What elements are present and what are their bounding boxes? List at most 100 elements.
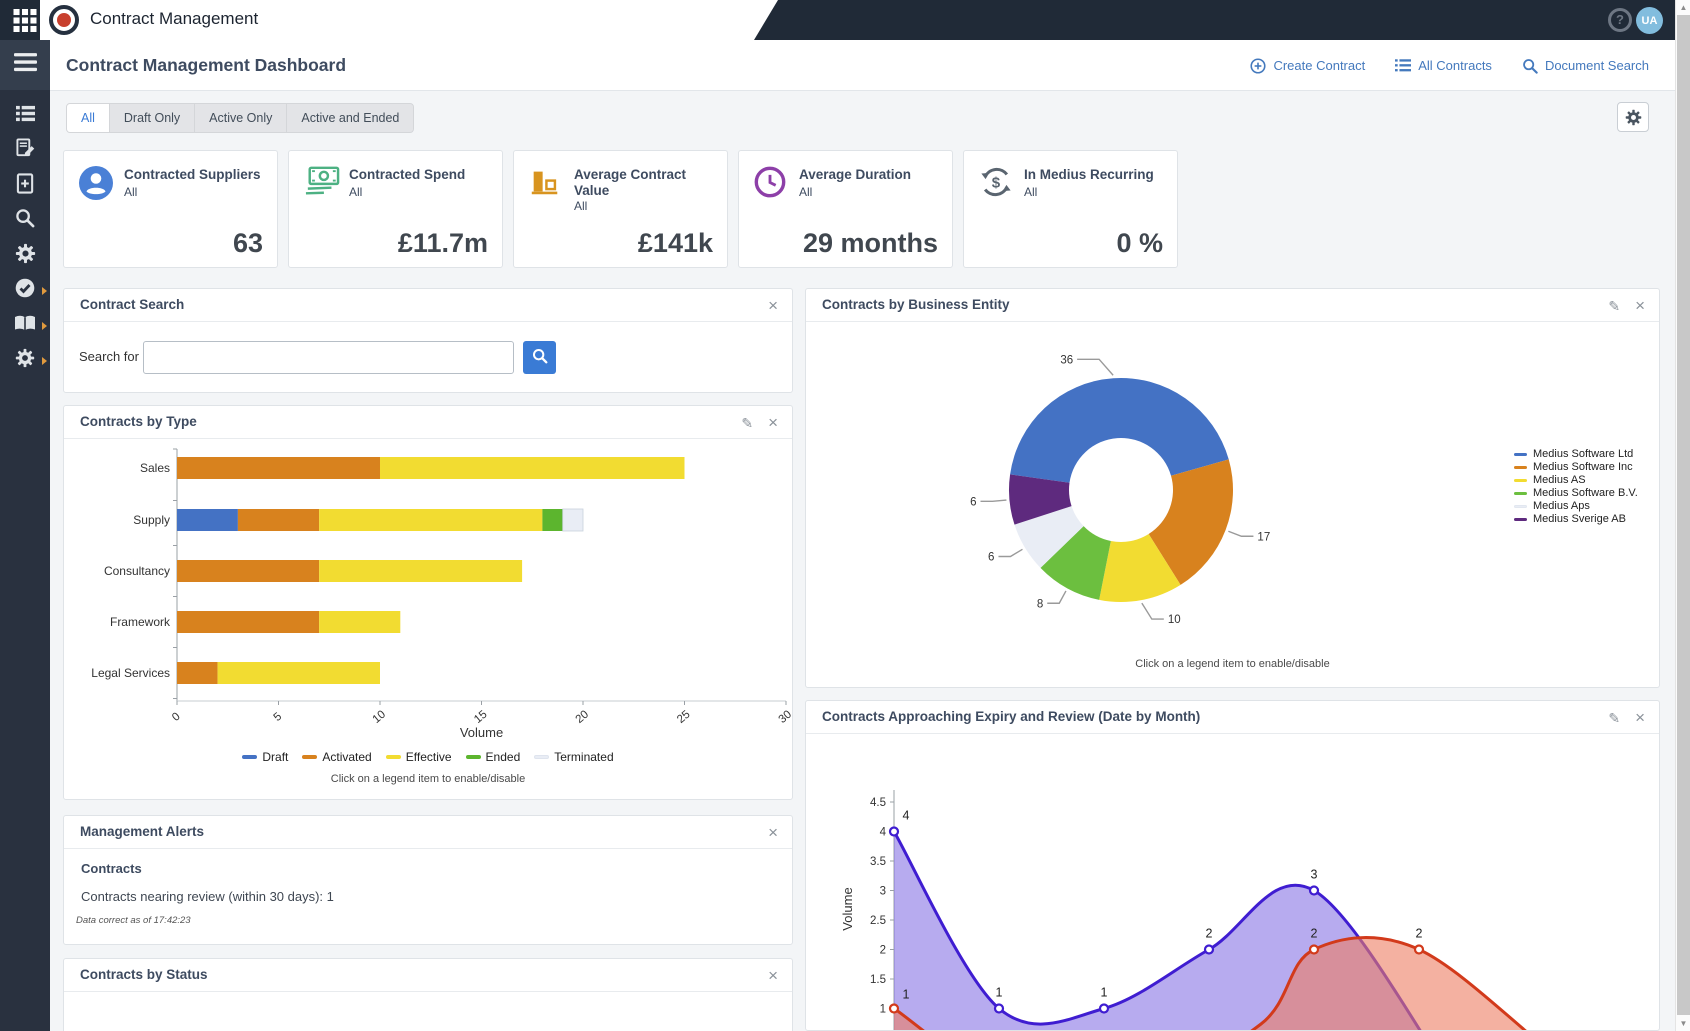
sidebar-item-settings[interactable] — [0, 238, 50, 273]
filter-tab-draft-only[interactable]: Draft Only — [110, 104, 195, 132]
legend-label: Activated — [322, 750, 371, 764]
legend-item-activated[interactable]: Activated — [302, 750, 371, 764]
legend-item-medius-sverige-ab[interactable]: Medius Sverige AB — [1514, 513, 1638, 525]
kpi-card-spend: Contracted SpendAll£11.7m — [288, 150, 503, 268]
legend-label: Ended — [486, 750, 521, 764]
panel-close-icon[interactable]: × — [1635, 297, 1645, 314]
svg-text:Legal Services: Legal Services — [91, 666, 170, 680]
kpi-value: £141k — [638, 228, 713, 259]
panel-edit-icon[interactable]: ✎ — [1608, 711, 1620, 725]
panel-close-icon[interactable]: × — [768, 967, 778, 984]
panel-header: Contracts by Status × — [64, 959, 792, 992]
kpi-card-row: Contracted SuppliersAll63Contracted Spen… — [63, 150, 1178, 268]
kpi-title: Contracted Spend — [349, 167, 471, 183]
legend-item-medius-aps[interactable]: Medius Aps — [1514, 500, 1638, 512]
svg-text:Framework: Framework — [110, 615, 171, 629]
filter-tab-all[interactable]: All — [67, 104, 110, 132]
legend-item-medius-software-inc[interactable]: Medius Software Inc — [1514, 461, 1638, 473]
svg-text:Sales: Sales — [140, 461, 170, 475]
app-launcher-icon[interactable] — [13, 9, 37, 32]
svg-text:3: 3 — [880, 886, 886, 898]
sidebar-item-dashboard-list[interactable] — [0, 98, 50, 133]
panel-title: Contracts Approaching Expiry and Review … — [822, 701, 1200, 733]
alert-text[interactable]: Contracts nearing review (within 30 days… — [81, 889, 334, 904]
legend-label: Medius Aps — [1533, 500, 1590, 512]
contracts-by-type-panel: Contracts by Type ✎× SalesSupplyConsulta… — [63, 405, 793, 800]
kpi-subtitle: All — [574, 199, 587, 213]
svg-text:36: 36 — [1060, 354, 1073, 366]
action-label: All Contracts — [1418, 58, 1492, 73]
svg-text:0: 0 — [170, 711, 183, 724]
create-contract-button[interactable]: Create Contract — [1250, 58, 1365, 74]
sidebar-item-hamburger[interactable] — [0, 40, 50, 90]
contract-search-input[interactable] — [143, 341, 514, 374]
settings-icon — [15, 243, 36, 269]
submenu-arrow-icon — [42, 322, 47, 330]
svg-text:5: 5 — [272, 711, 285, 724]
sidebar-item-document-add[interactable] — [0, 168, 50, 203]
sidebar-item-search[interactable] — [0, 203, 50, 238]
chart-footnote: Click on a legend item to enable/disable — [64, 773, 792, 785]
legend-item-terminated[interactable]: Terminated — [534, 750, 613, 764]
user-avatar[interactable]: UA — [1636, 7, 1663, 34]
panel-close-icon[interactable]: × — [768, 297, 778, 314]
legend-swatch — [1514, 505, 1527, 508]
sidebar-item-contract-edit[interactable] — [0, 133, 50, 168]
suppliers-icon — [78, 165, 116, 201]
sidebar-item-library[interactable] — [0, 308, 50, 343]
all-contracts-button[interactable]: All Contracts — [1395, 58, 1492, 73]
legend-item-effective[interactable]: Effective — [386, 750, 452, 764]
expiry-review-panel: Contracts Approaching Expiry and Review … — [805, 700, 1660, 1031]
scrollbar-thumb[interactable] — [1677, 15, 1690, 1015]
svg-text:2: 2 — [1206, 927, 1213, 941]
sidebar-item-admin-settings[interactable] — [0, 343, 50, 378]
svg-text:6: 6 — [970, 496, 976, 508]
svg-text:3.5: 3.5 — [870, 856, 886, 868]
scroll-up-icon[interactable]: ▲ — [1676, 0, 1690, 15]
legend-item-medius-software-ltd[interactable]: Medius Software Ltd — [1514, 448, 1638, 460]
legend-item-medius-as[interactable]: Medius AS — [1514, 474, 1638, 486]
dashboard-settings-button[interactable] — [1617, 102, 1649, 132]
kpi-subtitle: All — [124, 185, 137, 199]
legend-item-medius-software-b-v-[interactable]: Medius Software B.V. — [1514, 487, 1638, 499]
panel-close-icon[interactable]: × — [768, 824, 778, 841]
svg-text:20: 20 — [574, 709, 592, 726]
help-icon[interactable]: ? — [1608, 8, 1632, 32]
panel-close-icon[interactable]: × — [1635, 709, 1645, 726]
legend-item-ended[interactable]: Ended — [466, 750, 521, 764]
scroll-down-icon[interactable]: ▼ — [1676, 1016, 1690, 1031]
panel-title: Contracts by Type — [80, 406, 197, 438]
kpi-title: Contracted Suppliers — [124, 167, 267, 183]
top-bar: Contract Management ? UA — [0, 0, 1675, 40]
svg-text:Volume: Volume — [840, 887, 855, 930]
donut-legend: Medius Software LtdMedius Software IncMe… — [1514, 448, 1638, 526]
legend-swatch — [534, 755, 549, 759]
legend-label: Terminated — [554, 750, 613, 764]
type-chart-legend: Draft Activated Effective Ended Terminated — [64, 750, 792, 764]
panel-edit-icon[interactable]: ✎ — [741, 416, 753, 430]
recurring-icon: $ — [978, 165, 1016, 201]
avg-contract-value-icon — [528, 165, 566, 201]
alerts-section-heading: Contracts — [81, 861, 142, 876]
sidebar-item-approvals[interactable] — [0, 273, 50, 308]
filter-tab-active-and-ended[interactable]: Active and Ended — [287, 104, 413, 132]
svg-text:30: 30 — [777, 709, 792, 726]
document-search-button[interactable]: Document Search — [1522, 58, 1649, 74]
search-button[interactable] — [523, 341, 556, 374]
kpi-card-duration: Average DurationAll29 months — [738, 150, 953, 268]
legend-item-draft[interactable]: Draft — [242, 750, 288, 764]
kpi-subtitle: All — [1024, 185, 1037, 199]
legend-swatch — [242, 755, 257, 759]
panel-close-icon[interactable]: × — [768, 414, 778, 431]
svg-text:6: 6 — [988, 552, 994, 564]
svg-text:4.5: 4.5 — [870, 797, 886, 809]
legend-label: Medius Sverige AB — [1533, 513, 1626, 525]
panel-edit-icon[interactable]: ✎ — [1608, 299, 1620, 313]
search-icon — [1522, 58, 1538, 74]
kpi-title: Average Duration — [799, 167, 917, 183]
svg-text:8: 8 — [1037, 598, 1043, 610]
vertical-scrollbar[interactable]: ▲ ▼ — [1675, 0, 1690, 1031]
filter-tab-active-only[interactable]: Active Only — [195, 104, 287, 132]
legend-label: Medius Software Inc — [1533, 461, 1633, 473]
legend-label: Medius Software B.V. — [1533, 487, 1638, 499]
